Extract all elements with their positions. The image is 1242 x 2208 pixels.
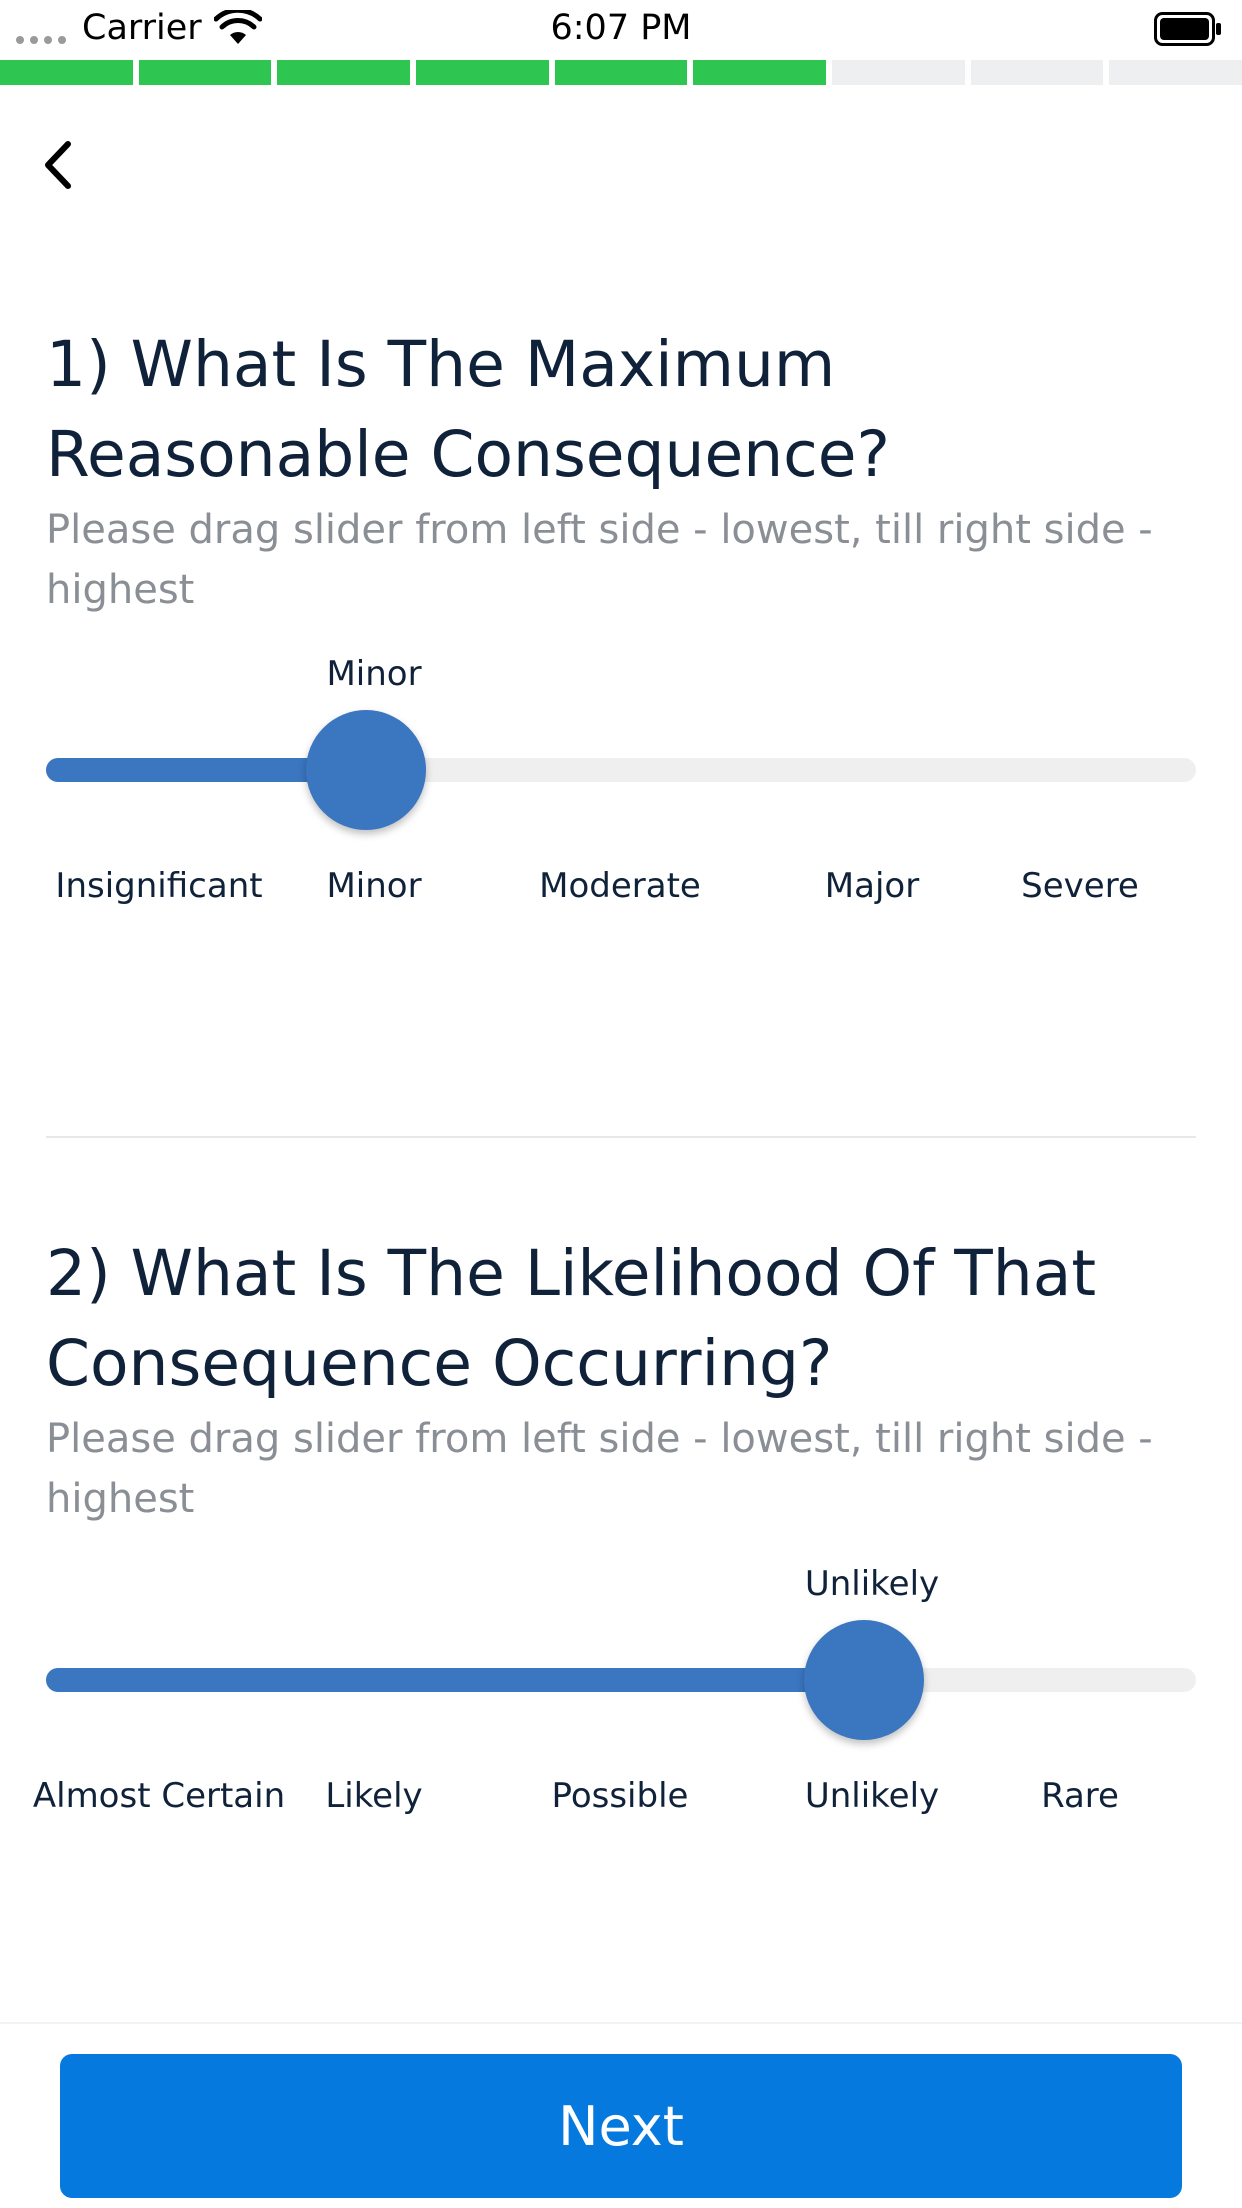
progress-segment <box>693 60 827 85</box>
question-1-hint: Please drag slider from left side - lowe… <box>46 507 1153 613</box>
progress-segment <box>832 60 965 85</box>
progress-indicator <box>0 60 1242 85</box>
progress-segment <box>1109 60 1242 85</box>
next-button[interactable]: Next <box>60 2054 1182 2198</box>
progress-segment <box>0 60 133 85</box>
slider-tick-label: Insignificant <box>55 866 263 906</box>
slider-tick-label: Moderate <box>539 866 701 906</box>
slider-fill <box>46 1668 864 1692</box>
question-2-title: 2) What Is The Likelihood Of That Conseq… <box>46 1237 1097 1400</box>
slider-tick-label: Major <box>824 866 920 906</box>
slider-tick-label: Unlikely <box>804 1776 940 1816</box>
likelihood-slider[interactable]: Unlikely Almost Certain Likely Possible … <box>33 1564 1196 1816</box>
progress-segment <box>277 60 411 85</box>
question-2-hint: Please drag slider from left side - lowe… <box>46 1416 1153 1522</box>
slider-tick-label: Almost Certain <box>32 1776 286 1816</box>
consequence-slider[interactable]: Minor Insignificant Minor Moderate Major… <box>46 654 1196 906</box>
slider-track[interactable] <box>46 758 1196 782</box>
slider-value-label: Unlikely <box>804 1564 940 1604</box>
battery-icon <box>1154 12 1221 46</box>
slider-value-label: Minor <box>326 654 422 694</box>
question-1-title: 1) What Is The Maximum Reasonable Conseq… <box>46 328 890 491</box>
footer-divider <box>0 2022 1242 2024</box>
clock: 6:07 PM <box>550 8 692 48</box>
slider-tick-label: Minor <box>326 866 422 906</box>
slider-tick-label: Rare <box>1041 1776 1119 1816</box>
slider-tick-labels: Almost Certain Likely Possible Unlikely … <box>33 1776 1196 1826</box>
progress-segment <box>554 60 688 85</box>
chevron-left-icon[interactable] <box>30 130 90 200</box>
question-1: 1) What Is The Maximum Reasonable Conseq… <box>46 320 1196 620</box>
slider-thumb[interactable] <box>804 1620 924 1740</box>
question-2: 2) What Is The Likelihood Of That Conseq… <box>46 1229 1196 1529</box>
slider-tick-label: Possible <box>551 1776 689 1816</box>
slider-tick-label: Severe <box>1021 866 1139 906</box>
slider-thumb[interactable] <box>306 710 426 830</box>
status-bar: Carrier 6:07 PM <box>0 0 1242 60</box>
slider-track[interactable] <box>46 1668 1196 1692</box>
slider-tick-labels: Insignificant Minor Moderate Major Sever… <box>46 866 1196 916</box>
section-divider <box>46 1136 1196 1138</box>
progress-segment <box>416 60 549 85</box>
slider-tick-label: Likely <box>325 1776 423 1816</box>
progress-segment <box>970 60 1104 85</box>
progress-segment <box>138 60 272 85</box>
